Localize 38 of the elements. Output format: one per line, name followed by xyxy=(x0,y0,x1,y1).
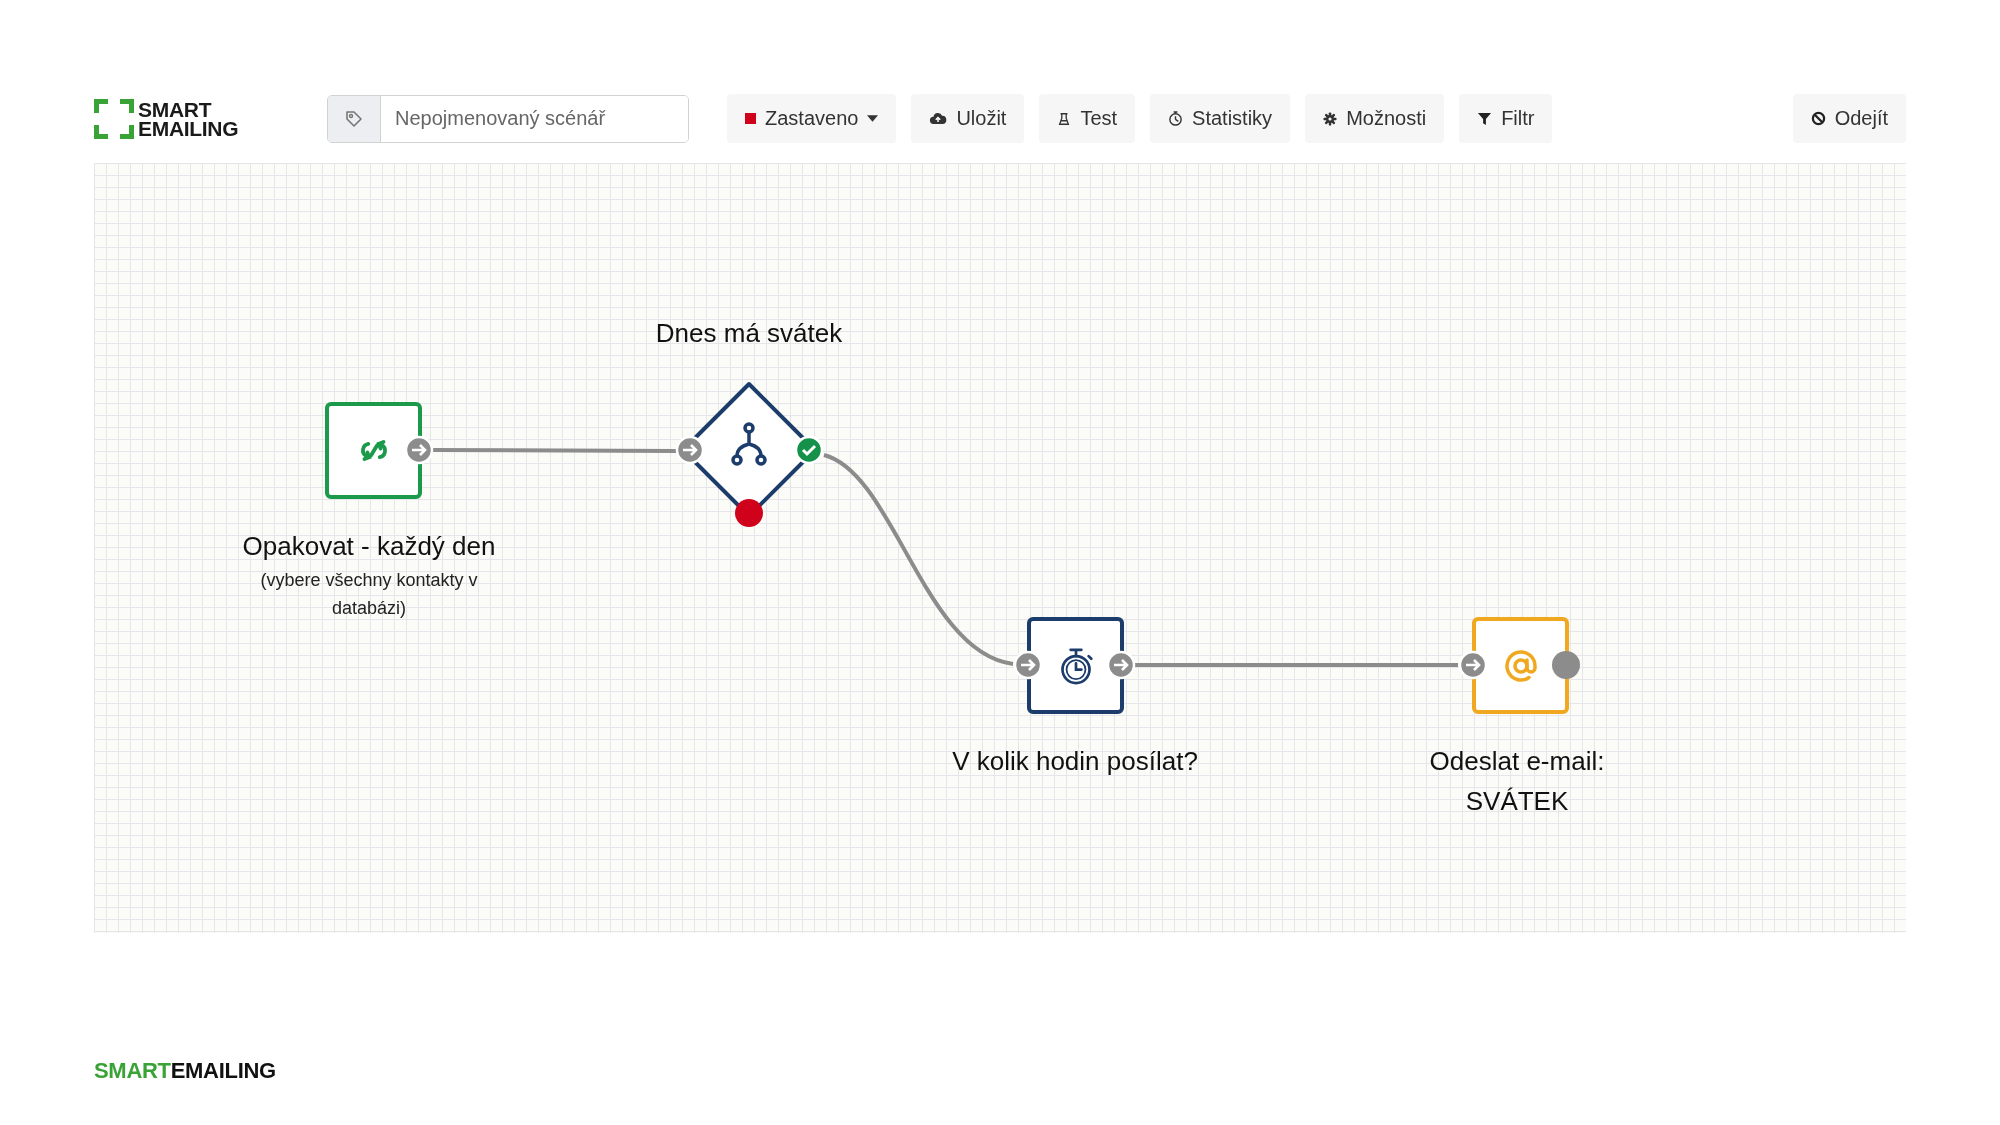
cloud-upload-icon xyxy=(929,111,948,126)
dot-port-icon[interactable] xyxy=(734,498,764,528)
at-sign-icon xyxy=(1502,647,1539,684)
node-title: Opakovat - každý den xyxy=(242,530,496,563)
stats-button[interactable]: Statistiky xyxy=(1150,94,1291,143)
node-title: Dnes má svátek xyxy=(655,317,843,350)
stopwatch-icon xyxy=(1168,110,1184,127)
filter-button[interactable]: Filtr xyxy=(1459,94,1553,143)
arrow-port-icon[interactable] xyxy=(1458,650,1488,680)
brackets-logo-icon xyxy=(94,98,134,139)
flask-icon xyxy=(1057,111,1072,126)
arrow-port-icon[interactable] xyxy=(404,435,434,465)
options-button[interactable]: Možnosti xyxy=(1305,94,1445,143)
arrow-port-icon[interactable] xyxy=(675,435,705,465)
settings-icon xyxy=(1323,111,1338,126)
funnel-icon xyxy=(1477,111,1493,126)
dot-port-icon[interactable] xyxy=(1551,650,1581,680)
exit-button[interactable]: Odejít xyxy=(1792,94,1906,143)
trigger-node[interactable] xyxy=(325,402,422,499)
save-button[interactable]: Uložit xyxy=(911,94,1025,143)
arrow-port-icon[interactable] xyxy=(1106,650,1136,680)
delay-node[interactable] xyxy=(1027,617,1124,714)
email-node[interactable] xyxy=(1472,617,1569,714)
status-button[interactable]: Zastaveno xyxy=(727,94,897,143)
test-button[interactable]: Test xyxy=(1039,94,1136,143)
footer-brand: SMARTEMAILING xyxy=(94,1058,276,1084)
node-title: SVÁTEK xyxy=(1465,785,1569,818)
node-title: Odeslat e-mail: xyxy=(1429,745,1605,778)
arrow-port-icon[interactable] xyxy=(1013,650,1043,680)
check-port-icon[interactable] xyxy=(794,435,824,465)
logo-text: EMAILING xyxy=(138,118,239,138)
caret-icon xyxy=(867,115,879,122)
node-description: (vybere všechny kontakty v databázi) xyxy=(259,569,479,620)
tag-icon xyxy=(344,108,364,129)
ban-icon xyxy=(1810,111,1826,126)
logo-text: SMART xyxy=(138,99,213,119)
node-title: V kolik hodin posílat? xyxy=(952,745,1198,778)
scenario-name-field[interactable]: Nepojmenovaný scénář xyxy=(327,94,689,143)
